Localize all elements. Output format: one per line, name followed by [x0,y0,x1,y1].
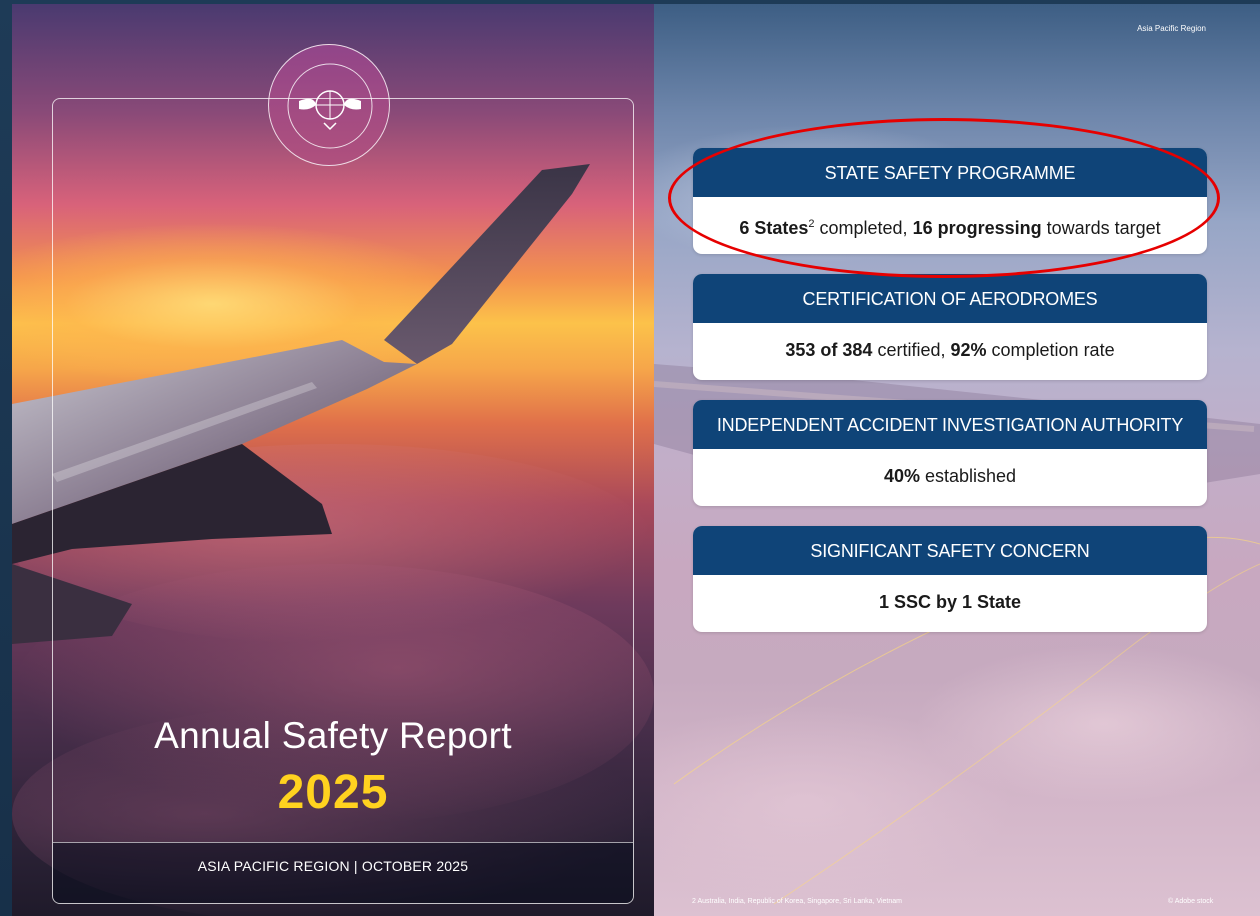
image-credit: © Adobe stock [1168,898,1214,905]
card-heading: INDEPENDENT ACCIDENT INVESTIGATION AUTHO… [693,400,1207,449]
value-bold: 92% [950,340,987,360]
value-text: certified, [872,340,951,360]
aia-card: INDEPENDENT ACCIDENT INVESTIGATION AUTHO… [693,400,1207,506]
value-bold: 353 of 384 [785,340,873,360]
ssc-card: SIGNIFICANT SAFETY CONCERN 1 SSC by 1 St… [693,526,1207,632]
card-heading: CERTIFICATION OF AERODROMES [693,274,1207,323]
report-subtitle: ASIA PACIFIC REGION | OCTOBER 2025 [197,858,469,874]
card-value: 40% established [693,449,1207,506]
card-value: 1 SSC by 1 State [693,575,1207,632]
footnote: 2 Australia, India, Republic of Korea, S… [692,898,902,905]
value-text: completion rate [986,340,1115,360]
report-year: 2025 [277,766,389,819]
aerodromes-card: CERTIFICATION OF AERODROMES 353 of 384 c… [693,274,1207,380]
region-tag: Asia Pacific Region [1137,24,1206,33]
red-highlight-ellipse [668,118,1220,278]
card-heading: SIGNIFICANT SAFETY CONCERN [693,526,1207,575]
report-title: Annual Safety Report [154,715,512,756]
value-text: established [919,466,1017,486]
value-bold: 40% [883,466,920,486]
value-bold: 1 SSC by 1 State [878,592,1022,612]
card-value: 353 of 384 certified, 92% completion rat… [693,323,1207,380]
